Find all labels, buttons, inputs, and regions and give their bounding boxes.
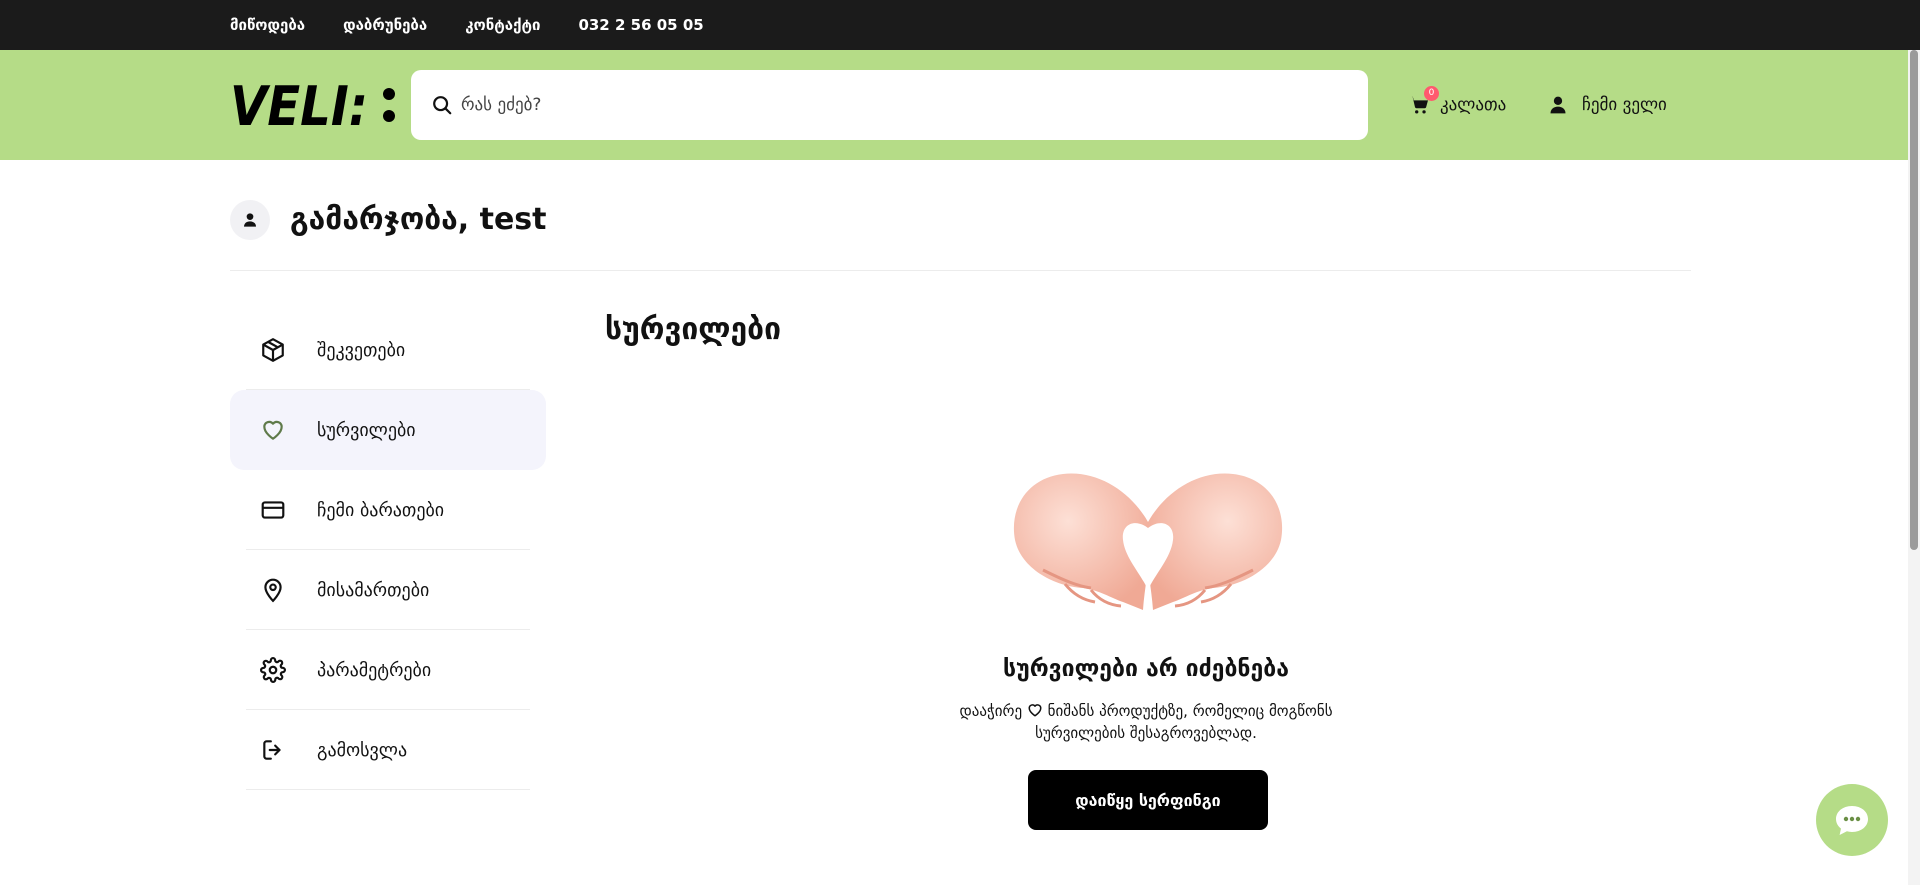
credit-card-icon (261, 501, 285, 519)
page-scrollbar[interactable] (1908, 50, 1920, 885)
search-input[interactable]: რას ეძებ? (461, 70, 541, 140)
empty-state-title: სურვილები არ იძებნება (1003, 656, 1289, 682)
sidebar-item-label: ჩემი ბარათები (317, 499, 445, 521)
divider (246, 789, 530, 790)
account-sidebar: შეკვეთები სურვილები ჩემი ბარათები მისამა… (230, 310, 546, 790)
sidebar-item-cards[interactable]: ჩემი ბარათები (230, 470, 546, 550)
cart-label: კალათა (1440, 95, 1507, 115)
heart-icon (263, 420, 283, 440)
gear-icon (260, 657, 286, 683)
link-returns[interactable]: დაბრუნება (343, 16, 427, 34)
logo-text: VELI: (230, 82, 368, 128)
account-label: ჩემი ველი (1582, 95, 1667, 115)
logout-icon (263, 740, 281, 760)
cart-button[interactable]: 0 კალათა (1408, 86, 1507, 118)
map-pin-icon (264, 578, 282, 603)
user-icon (1550, 96, 1566, 114)
heart-icon (1028, 704, 1042, 717)
greeting-title: გამარჯობა, test (290, 202, 547, 237)
divider (230, 270, 1691, 271)
top-bar: მიწოდება დაბრუნება კონტაქტი 032 2 56 05 … (0, 0, 1920, 50)
sidebar-item-wishlist[interactable]: სურვილები (230, 390, 546, 470)
chat-widget-button[interactable] (1816, 784, 1888, 856)
sidebar-item-label: მისამართები (317, 579, 430, 601)
scrollbar-thumb[interactable] (1910, 50, 1918, 550)
search-box[interactable]: რას ეძებ? (411, 70, 1368, 140)
veli-logo[interactable]: VELI: (230, 82, 396, 128)
user-avatar-icon (244, 213, 256, 227)
cart-icon: 0 (1408, 86, 1439, 116)
empty-desc-before: დააჭირე (959, 702, 1023, 720)
sidebar-item-label: გამოსვლა (317, 739, 408, 761)
start-shopping-button[interactable]: დაიწყე სერფინგი (1028, 770, 1268, 830)
sidebar-item-label: შეკვეთები (317, 339, 406, 361)
link-delivery[interactable]: მიწოდება (230, 16, 305, 34)
avatar (230, 200, 270, 240)
package-icon (262, 338, 284, 362)
empty-state-description: დააჭირე ნიშანს პროდუქტზე, რომელიც მოგწონ… (930, 700, 1362, 744)
sidebar-item-label: სურვილები (317, 419, 416, 441)
account-button[interactable]: ჩემი ველი (1548, 92, 1667, 118)
cart-count-badge: 0 (1424, 86, 1439, 101)
sidebar-item-logout[interactable]: გამოსვლა (230, 710, 546, 790)
sidebar-item-settings[interactable]: პარამეტრები (230, 630, 546, 710)
heart-hands-illustration (1013, 473, 1283, 610)
search-icon (433, 96, 452, 115)
top-links: მიწოდება დაბრუნება კონტაქტი 032 2 56 05 … (230, 0, 742, 50)
sidebar-item-addresses[interactable]: მისამართები (230, 550, 546, 630)
link-contact[interactable]: კონტაქტი (465, 16, 540, 34)
page-title: სურვილები (605, 312, 781, 347)
phone-number[interactable]: 032 2 56 05 05 (578, 16, 703, 34)
sidebar-item-label: პარამეტრები (317, 659, 432, 681)
sidebar-item-orders[interactable]: შეკვეთები (230, 310, 546, 390)
chat-icon (1836, 806, 1868, 835)
empty-desc-after: ნიშანს პროდუქტზე, რომელიც მოგწონს სურვილ… (1035, 702, 1333, 742)
